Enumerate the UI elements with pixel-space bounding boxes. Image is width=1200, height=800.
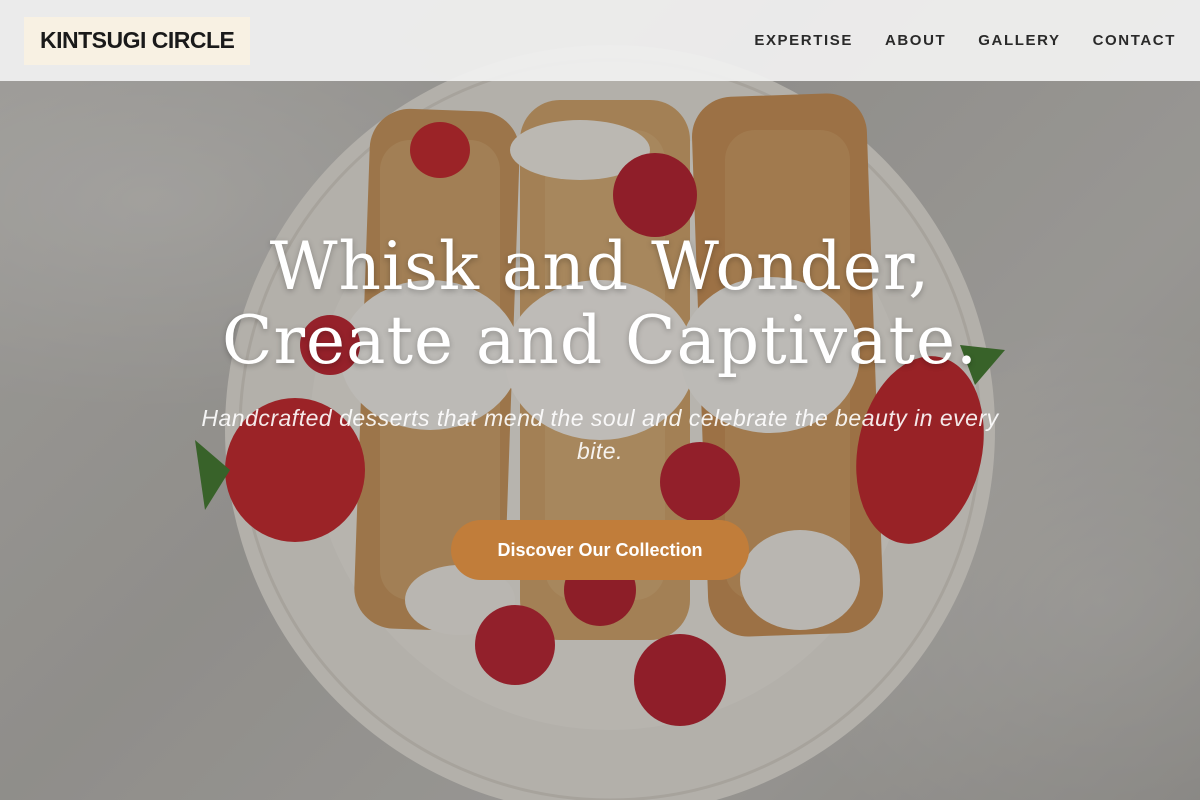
hero-subheadline: Handcrafted desserts that mend the soul … xyxy=(201,405,999,464)
headline-line-2: Create and Captivate. xyxy=(221,302,979,379)
hero-headline: Whisk and Wonder, Create and Captivate. xyxy=(0,230,1200,378)
hero-content: Whisk and Wonder, Create and Captivate. … xyxy=(0,230,1200,580)
headline-line-1: Whisk and Wonder, xyxy=(269,228,931,305)
nav-link-contact[interactable]: CONTACT xyxy=(1093,32,1176,49)
site-logo[interactable]: KINTSUGI CIRCLE xyxy=(24,16,251,65)
main-nav: EXPERTISE ABOUT GALLERY CONTACT xyxy=(754,32,1176,49)
site-header: KINTSUGI CIRCLE EXPERTISE ABOUT GALLERY … xyxy=(0,0,1200,81)
nav-link-about[interactable]: ABOUT xyxy=(885,32,946,49)
nav-link-expertise[interactable]: EXPERTISE xyxy=(754,32,853,49)
discover-collection-button[interactable]: Discover Our Collection xyxy=(451,520,749,580)
nav-link-gallery[interactable]: GALLERY xyxy=(978,32,1060,49)
